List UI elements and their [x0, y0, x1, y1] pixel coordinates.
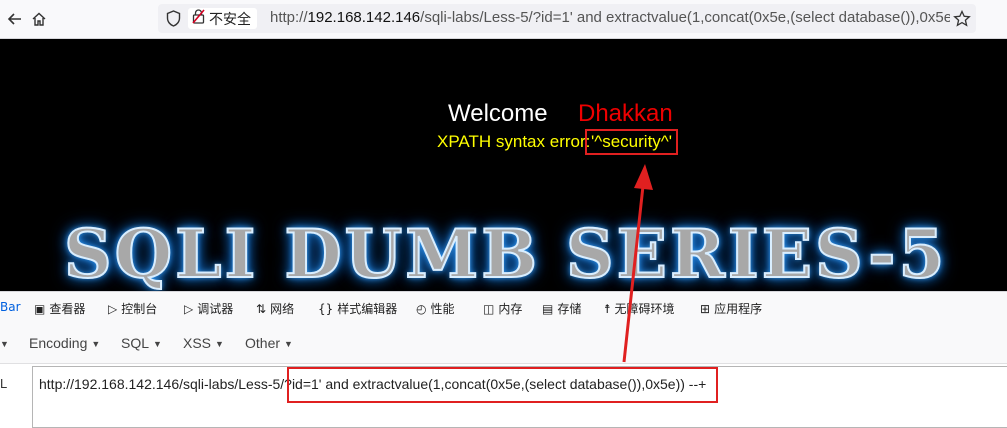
tab-debugger[interactable]: ▷ 调试器 — [184, 300, 233, 317]
back-arrow-icon[interactable] — [4, 8, 26, 30]
hackbar-collapse-caret[interactable]: ▼ — [0, 335, 9, 351]
tab-hackbar[interactable]: Bar — [0, 300, 21, 314]
chevron-down-icon: ▼ — [284, 339, 293, 349]
page-content: Welcome Dhakkan XPATH syntax error: '^se… — [0, 39, 1007, 291]
tab-label: Bar — [0, 300, 21, 314]
tab-network[interactable]: ⇅ 网络 — [256, 300, 294, 317]
tab-performance[interactable]: ◴ 性能 — [416, 300, 455, 317]
tab-style-editor[interactable]: {} 样式编辑器 — [318, 300, 397, 317]
url-text[interactable]: http://192.168.142.146/sqli-labs/Less-5/… — [270, 9, 950, 26]
tab-label: 控制台 — [121, 302, 158, 316]
tab-label: 网络 — [270, 302, 295, 316]
address-bar[interactable]: 不安全 http://192.168.142.146/sqli-labs/Les… — [158, 4, 976, 33]
url-prefix: http:// — [270, 9, 308, 26]
debugger-icon: ▷ — [184, 302, 194, 316]
shield-icon[interactable] — [166, 10, 181, 32]
network-icon: ⇅ — [256, 302, 267, 316]
menu-xss[interactable]: XSS ▼ — [183, 335, 224, 351]
menu-other[interactable]: Other ▼ — [245, 335, 293, 351]
sqli-banner: SQLI DUMB SERIES-5 — [63, 214, 948, 291]
tab-label: 性能 — [430, 302, 455, 316]
xpath-error-line: XPATH syntax error: '^security^' — [437, 129, 679, 155]
xpath-error-prefix: XPATH syntax error: — [437, 132, 591, 151]
menu-encoding[interactable]: Encoding ▼ — [29, 335, 100, 351]
accessibility-icon: ☨ — [604, 302, 611, 316]
chevron-down-icon: ▼ — [215, 339, 224, 349]
welcome-text: Welcome — [448, 100, 548, 127]
menu-label: Encoding — [29, 335, 88, 351]
url-path: /sqli-labs/Less-5/?id=1' and extractvalu… — [420, 9, 950, 26]
tab-memory[interactable]: ◫ 内存 — [483, 300, 522, 317]
lock-insecure-icon — [192, 9, 205, 28]
tab-label: 存储 — [557, 302, 582, 316]
hackbar-url-area: L http://192.168.142.146/sqli-labs/Less-… — [0, 364, 1007, 428]
tab-label: 样式编辑器 — [337, 302, 398, 316]
menu-sql[interactable]: SQL ▼ — [121, 335, 162, 351]
tab-label: 应用程序 — [714, 302, 763, 316]
xpath-error-value: '^security^' — [585, 129, 679, 155]
inspector-icon: ▣ — [34, 302, 46, 316]
insecure-indicator[interactable]: 不安全 — [188, 8, 257, 29]
tab-application[interactable]: ⊞ 应用程序 — [700, 300, 762, 317]
load-url-label[interactable]: L — [0, 376, 7, 391]
memory-icon: ◫ — [483, 302, 495, 316]
username-text: Dhakkan — [578, 100, 673, 127]
tab-label: 调试器 — [197, 302, 234, 316]
home-icon[interactable] — [28, 8, 50, 30]
url-host: 192.168.142.146 — [307, 9, 421, 26]
style-editor-icon: {} — [318, 302, 334, 316]
chevron-down-icon: ▼ — [153, 339, 162, 349]
tab-label: 查看器 — [49, 302, 86, 316]
tab-label: 无障碍环境 — [614, 302, 675, 316]
menu-label: SQL — [121, 335, 150, 351]
hackbar-menu: ▼ Encoding ▼ SQL ▼ XSS ▼ Other ▼ — [0, 323, 1007, 364]
tab-label: 内存 — [498, 302, 523, 316]
storage-icon: ▤ — [542, 302, 554, 316]
payload-highlight-box — [287, 367, 718, 403]
chevron-down-icon: ▼ — [91, 339, 101, 349]
tab-console[interactable]: ▷ 控制台 — [108, 300, 157, 317]
insecure-label: 不安全 — [209, 11, 251, 28]
browser-toolbar: 不安全 http://192.168.142.146/sqli-labs/Les… — [0, 0, 1007, 39]
tab-inspector[interactable]: ▣ 查看器 — [34, 300, 85, 317]
tab-storage[interactable]: ▤ 存储 — [542, 300, 581, 317]
menu-label: XSS — [183, 335, 212, 351]
application-icon: ⊞ — [700, 302, 711, 316]
tab-accessibility[interactable]: ☨ 无障碍环境 — [604, 300, 675, 317]
devtools-tabbar: Bar ▣ 查看器 ▷ 控制台 ▷ 调试器 ⇅ 网络 {} 样式编辑器 ◴ 性能 ◫ 内存 ▤… — [0, 291, 1007, 324]
performance-icon: ◴ — [416, 302, 427, 316]
menu-label: Other — [245, 335, 281, 351]
console-icon: ▷ — [108, 302, 118, 316]
star-icon[interactable] — [951, 8, 973, 30]
